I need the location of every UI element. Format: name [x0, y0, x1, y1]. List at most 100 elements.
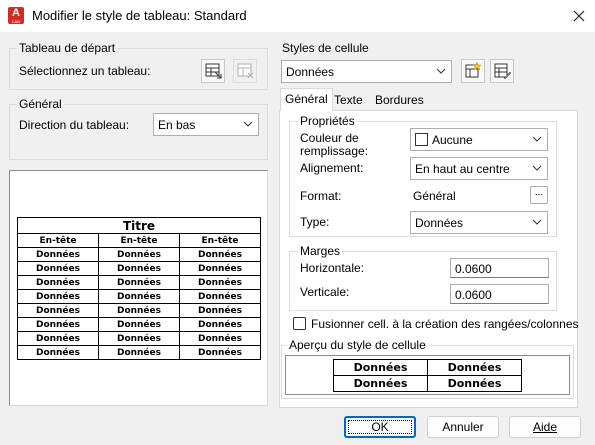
direction-select[interactable]: En bas	[153, 113, 259, 136]
vertical-margin-label: Verticale:	[300, 285, 350, 299]
cell-style-value: Données	[286, 65, 335, 79]
direction-value: En bas	[158, 118, 196, 132]
table-cell: Données	[179, 275, 261, 290]
table-cell: Données	[98, 261, 180, 276]
type-value: Données	[415, 216, 464, 230]
vertical-margin-input[interactable]: 0.0600	[450, 284, 549, 304]
window-title: Modifier le style de tableau: Standard	[32, 8, 247, 23]
select-table-label: Sélectionnez un tableau:	[19, 64, 151, 78]
cell-preview-cell: Données	[427, 375, 522, 392]
table-cell: Données	[17, 303, 99, 318]
cell-preview-row: Données Données	[333, 375, 522, 392]
vertical-margin-value: 0.0600	[455, 288, 492, 302]
table-cell: Données	[179, 345, 261, 360]
chevron-down-icon	[532, 165, 542, 171]
table-cell: Données	[98, 247, 180, 262]
cell-styles-legend: Styles de cellule	[282, 41, 369, 55]
table-cell: Données	[17, 345, 99, 360]
general-legend: Général	[17, 97, 64, 111]
table-cell: Données	[17, 275, 99, 290]
table-cell: Données	[98, 331, 180, 346]
fill-color-select[interactable]: Aucune	[410, 128, 548, 151]
new-cell-style-button[interactable]	[461, 59, 485, 83]
manage-cell-styles-button[interactable]	[490, 59, 514, 83]
table-cell: Données	[17, 331, 99, 346]
horizontal-margin-input[interactable]: 0.0600	[450, 258, 549, 278]
title-bar: A CAD Modifier le style de tableau: Stan…	[0, 0, 595, 32]
table-row: Données Données Données	[17, 275, 261, 290]
tab-text-label: Texte	[334, 93, 363, 107]
table-cell: Données	[17, 261, 99, 276]
table-title-cell: Titre	[17, 217, 261, 234]
app-icon-letter: A	[12, 7, 20, 19]
fill-color-value: Aucune	[432, 133, 473, 147]
format-label: Format:	[300, 189, 342, 203]
table-title-row: Titre	[17, 217, 261, 234]
merge-cells-label[interactable]: Fusionner cell. à la création des rangée…	[311, 317, 579, 331]
table-header-cell: En-tête	[98, 233, 180, 248]
autocad-app-icon: A CAD	[8, 7, 24, 24]
horizontal-margin-label: Horizontale:	[300, 261, 365, 275]
table-cell: Données	[179, 261, 261, 276]
alignment-value: En haut au centre	[415, 162, 510, 176]
tab-text[interactable]: Texte	[330, 90, 367, 111]
table-delete-icon	[237, 63, 254, 79]
type-select[interactable]: Données	[410, 211, 548, 234]
chevron-down-icon	[532, 219, 542, 225]
table-row: Données Données Données	[17, 289, 261, 304]
type-label: Type:	[300, 215, 330, 229]
delete-table-button[interactable]	[233, 59, 257, 83]
tab-general-label: Général	[285, 92, 328, 106]
table-preview-pane: Titre En-tête En-tête En-tête Données Données…	[9, 170, 268, 406]
merge-cells-checkbox[interactable]	[293, 317, 306, 330]
table-row: Données Données Données	[17, 331, 261, 346]
close-button[interactable]	[570, 7, 588, 25]
help-label: Aide	[532, 420, 558, 434]
table-cell: Données	[17, 247, 99, 262]
margins-legend: Marges	[298, 244, 343, 258]
manage-cell-styles-icon	[494, 63, 512, 80]
cancel-button[interactable]: Annuler	[427, 416, 499, 438]
cell-style-preview: Données Données Données Données	[333, 359, 522, 392]
cancel-label: Annuler	[442, 420, 484, 434]
table-cell: Données	[98, 303, 180, 318]
alignment-select[interactable]: En haut au centre	[410, 157, 548, 180]
table-row: Données Données Données	[17, 261, 261, 276]
table-header-cell: En-tête	[179, 233, 261, 248]
table-row: Données Données Données	[17, 317, 261, 332]
format-value: Général	[413, 189, 456, 203]
chevron-down-icon	[436, 68, 446, 74]
cell-preview-row: Données Données	[333, 359, 522, 376]
table-cell: Données	[179, 303, 261, 318]
focus-ring	[348, 420, 412, 434]
cell-preview-legend: Aperçu du style de cellule	[287, 338, 428, 352]
select-table-button[interactable]	[201, 59, 225, 83]
cell-preview-cell: Données	[333, 359, 428, 376]
cell-preview-cell: Données	[427, 359, 522, 376]
tab-general[interactable]: Général	[280, 88, 333, 111]
tab-borders[interactable]: Bordures	[371, 90, 428, 111]
table-cell: Données	[179, 289, 261, 304]
table-cell: Données	[17, 317, 99, 332]
chevron-down-icon	[532, 136, 542, 142]
new-cell-style-icon	[465, 61, 482, 78]
table-row: Données Données Données	[17, 345, 261, 360]
table-cell: Données	[98, 275, 180, 290]
table-preview: Titre En-tête En-tête En-tête Données Données…	[17, 217, 261, 360]
cell-style-select[interactable]: Données	[281, 60, 452, 83]
format-browse-button[interactable]: ...	[530, 186, 548, 204]
direction-label: Direction du tableau:	[19, 118, 130, 132]
table-cell: Données	[98, 317, 180, 332]
cell-preview-cell: Données	[333, 375, 428, 392]
table-pick-icon	[205, 63, 222, 79]
table-cell: Données	[179, 331, 261, 346]
horizontal-margin-value: 0.0600	[455, 262, 492, 276]
table-cell: Données	[98, 345, 180, 360]
table-header-cell: En-tête	[17, 233, 99, 248]
ok-button[interactable]: OK	[344, 416, 416, 438]
table-cell: Données	[98, 289, 180, 304]
alignment-label: Alignement:	[300, 161, 364, 175]
help-button[interactable]: Aide	[509, 416, 581, 438]
properties-legend: Propriétés	[298, 114, 357, 128]
cell-preview-pane: Données Données Données Données	[285, 355, 570, 395]
